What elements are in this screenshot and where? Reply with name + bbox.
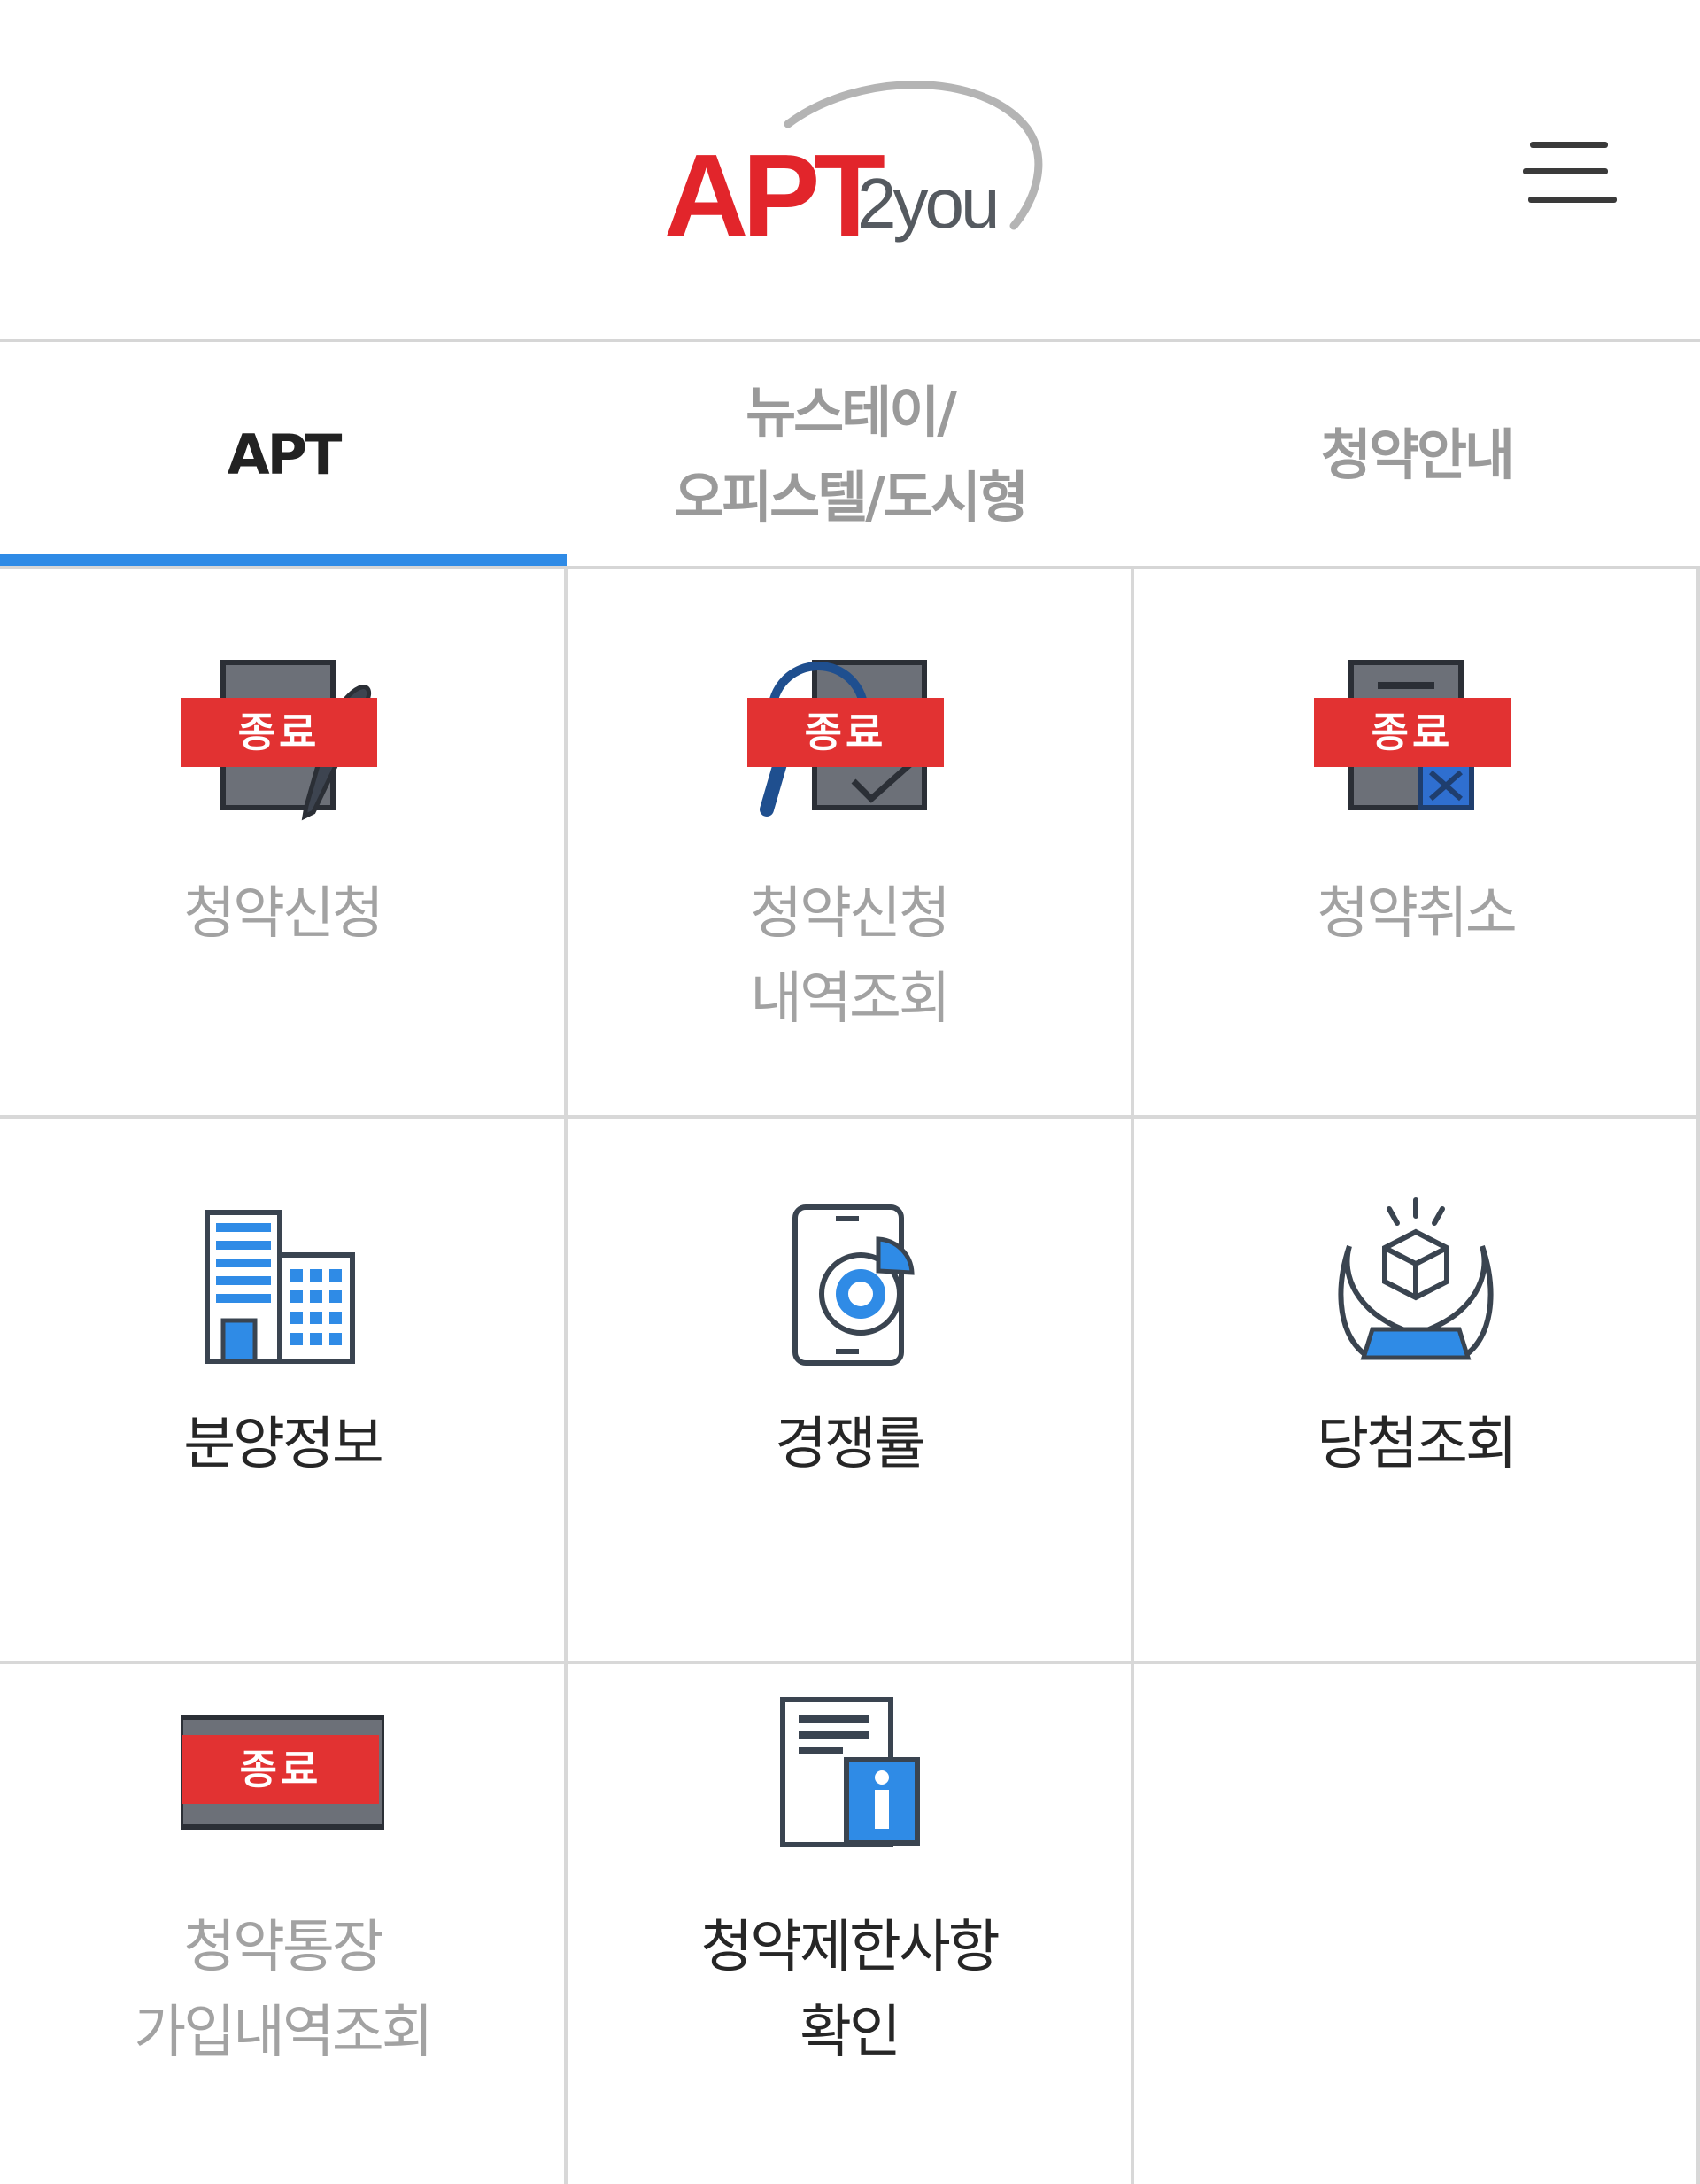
tab-subscription-guide[interactable]: 청약안내 <box>1133 345 1700 566</box>
hands-box-icon <box>1338 1197 1494 1360</box>
tab-apt[interactable]: APT <box>0 345 567 566</box>
hamburger-menu-icon[interactable] <box>1523 133 1620 213</box>
menu-item-label: 청약신청 <box>183 881 384 947</box>
closed-badge: 종료 <box>181 698 377 767</box>
menu-item-bankbook-history[interactable]: 종료 청약통장 가입내역조회 <box>0 1664 565 2184</box>
tab-newstay-officetel[interactable]: 뉴스테이/ 오피스텔/도시형 <box>567 345 1133 566</box>
menu-item-label: 청약신청 내역조회 <box>750 881 951 1032</box>
tablet-pie-chart-icon <box>792 1204 915 1366</box>
tab-label: 뉴스테이/ 오피스텔/도시형 <box>674 380 1029 530</box>
menu-item-label: 청약취소 <box>1317 881 1518 947</box>
category-tabs: APT 뉴스테이/ 오피스텔/도시형 청약안내 <box>0 345 1700 569</box>
menu-item-apply[interactable]: 종료 청약신청 <box>0 569 565 1115</box>
active-tab-indicator <box>0 554 567 566</box>
menu-grid: 종료 청약신청 종료 청약신청 내역조회 종료 청약취소 분양정보 경쟁률 당첨… <box>0 569 1700 2184</box>
menu-item-label: 청약통장 가입내역조회 <box>134 1915 433 2065</box>
menu-item-competition-rate[interactable]: 경쟁률 <box>567 1119 1132 1661</box>
menu-item-restriction-check[interactable]: 청약제한사항 확인 <box>567 1664 1132 2184</box>
menu-item-winning-check[interactable]: 당첨조회 <box>1133 1119 1698 1661</box>
closed-badge: 종료 <box>182 1735 379 1804</box>
document-info-icon <box>780 1697 920 1847</box>
logo-text-main: APT <box>664 130 885 260</box>
menu-item-label: 당첨조회 <box>1317 1412 1518 1477</box>
buildings-icon <box>205 1210 355 1364</box>
logo-text-sub: 2you <box>857 164 1000 243</box>
closed-badge: 종료 <box>1314 698 1511 767</box>
apt2you-logo[interactable]: APT 2you <box>655 75 1045 260</box>
menu-item-sales-info[interactable]: 분양정보 <box>0 1119 565 1661</box>
menu-item-label: 분양정보 <box>183 1412 384 1477</box>
menu-item-apply-history[interactable]: 종료 청약신청 내역조회 <box>567 569 1132 1115</box>
closed-badge: 종료 <box>747 698 944 767</box>
header: APT 2you <box>0 0 1700 342</box>
menu-item-cancel[interactable]: 종료 청약취소 <box>1133 569 1698 1115</box>
tab-label: 청약안내 <box>1320 422 1515 487</box>
menu-item-label: 경쟁률 <box>775 1412 926 1477</box>
menu-item-label: 청약제한사항 확인 <box>700 1915 1000 2065</box>
tab-label: APT <box>227 422 343 487</box>
